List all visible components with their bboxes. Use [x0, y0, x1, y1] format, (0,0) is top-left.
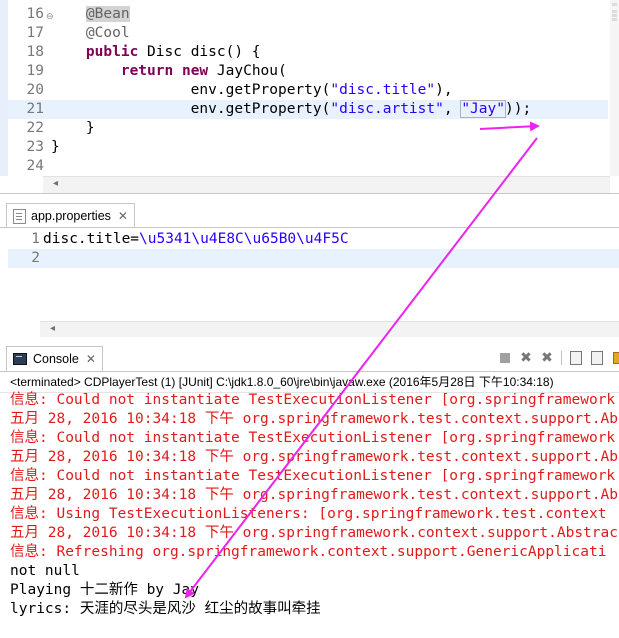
code-text: public Disc disc() {	[51, 43, 261, 62]
line-number: 19	[26, 63, 44, 79]
line-number: 22	[26, 120, 44, 136]
console-error-line: 五月 28, 2016 10:34:18 下午 org.springframew…	[10, 411, 619, 427]
code-token: ),	[435, 82, 453, 98]
code-line[interactable]: 18 public Disc disc() {	[8, 43, 608, 62]
scroll-left-icon[interactable]: ◂	[50, 323, 55, 334]
overview-mark	[612, 10, 617, 13]
code-text: @Bean	[51, 5, 130, 24]
process-label: <terminated> CDPlayerTest (1) [JUnit] C:…	[10, 375, 554, 389]
tab-console[interactable]: Console ✕	[6, 346, 103, 371]
code-line[interactable]: 19 return new JayChou(	[8, 62, 608, 81]
code-token: ,	[443, 101, 462, 117]
overview-mark	[612, 18, 617, 21]
code-text: return new JayChou(	[51, 62, 287, 81]
code-text: @Cool	[51, 24, 130, 43]
property-value: \u5341\u4E8C\u65B0\u4F5C	[139, 231, 349, 247]
line-number: 24	[26, 158, 44, 174]
pin-console-icon[interactable]	[611, 351, 619, 365]
code-line[interactable]: 16 ⊖ @Bean	[8, 5, 608, 24]
console-output-line: lyrics: 天涯的尽头是风沙 红尘的故事叫牵挂	[10, 601, 321, 617]
console-error-line: 信息: Could not instantiate TestExecutionL…	[10, 430, 616, 446]
close-tab-icon[interactable]: ✕	[86, 352, 96, 366]
overview-mark	[612, 3, 617, 6]
code-token: }	[51, 120, 95, 136]
code-line[interactable]: 17 @Cool	[8, 24, 608, 43]
line-number: 18	[26, 44, 44, 60]
console-error-line: 信息: Using TestExecutionListeners: [org.s…	[10, 506, 607, 522]
code-token: @Bean	[85, 6, 130, 22]
overview-mark	[612, 14, 617, 17]
line-number: 2	[31, 250, 40, 266]
close-tab-icon[interactable]: ✕	[118, 209, 128, 223]
line-number: 23	[26, 139, 44, 155]
console-error-line: 信息: Could not instantiate TestExecutionL…	[10, 468, 616, 484]
properties-file-icon	[13, 208, 26, 224]
code-token: }	[51, 139, 60, 155]
code-text: env.getProperty("disc.title"),	[51, 81, 453, 100]
code-text: env.getProperty("disc.artist", "Jay"));	[51, 100, 531, 119]
line-number: 16	[26, 6, 44, 22]
overview-ruler	[610, 0, 619, 176]
console-error-line: 五月 28, 2016 10:34:18 下午 org.springframew…	[10, 449, 619, 465]
properties-text: disc.title=\u5341\u4E8C\u65B0\u4F5C	[43, 230, 349, 249]
code-token: "disc.artist"	[330, 101, 444, 117]
console-output-line: not null	[10, 563, 80, 579]
code-line[interactable]: 21 env.getProperty("disc.artist", "Jay")…	[8, 100, 608, 119]
code-token: env.getProperty(	[51, 82, 331, 98]
editor-horizontal-scrollbar[interactable]: ◂	[43, 176, 610, 193]
code-token: env.getProperty(	[51, 101, 331, 117]
code-line[interactable]: 24	[8, 157, 608, 176]
code-line[interactable]: 20 env.getProperty("disc.title"),	[8, 81, 608, 100]
code-line[interactable]: 22 }	[8, 119, 608, 138]
console-error-line: 信息: Refreshing org.springframework.conte…	[10, 544, 607, 560]
code-text: }	[51, 138, 60, 157]
line-number: 20	[26, 82, 44, 98]
remove-launch-icon[interactable]: ✖	[519, 350, 533, 366]
properties-line[interactable]: 2	[8, 249, 619, 268]
console-output-line: Playing 十二新作 by Jay	[10, 582, 199, 598]
code-text: }	[51, 119, 95, 138]
terminate-icon[interactable]	[498, 351, 512, 365]
code-line[interactable]: 23}	[8, 138, 608, 157]
console-error-line: 五月 28, 2016 10:34:18 下午 org.springframew…	[10, 525, 619, 541]
console-toolbar: ✖ ✖	[498, 350, 619, 366]
code-token: JayChou(	[208, 63, 287, 79]
code-token: "Jay"	[460, 100, 506, 118]
remove-all-terminated-icon[interactable]: ✖	[540, 350, 554, 366]
console-error-line: 信息: Could not instantiate TestExecutionL…	[10, 392, 616, 408]
scroll-lock-icon[interactable]	[590, 351, 604, 365]
code-token: "disc.title"	[330, 82, 436, 98]
properties-line[interactable]: 1 disc.title=\u5341\u4E8C\u65B0\u4F5C	[8, 230, 619, 249]
java-editor[interactable]: 16 ⊖ @Bean 17 @Cool 18 public Disc disc() {…	[0, 0, 619, 194]
clear-console-icon[interactable]	[569, 351, 583, 365]
code-token: Disc disc() {	[138, 44, 261, 60]
console-icon	[13, 353, 27, 365]
line-number: 17	[26, 25, 44, 41]
line-number: 21	[26, 101, 44, 117]
code-token: public	[85, 44, 139, 60]
properties-editor[interactable]: app.properties ✕ 1 disc.title=\u5341\u4E8…	[0, 200, 619, 340]
console-view[interactable]: Console ✕ ✖ ✖ <terminated> CDPlayerTest …	[0, 344, 619, 638]
line-number: 1	[31, 231, 40, 247]
scroll-left-icon[interactable]: ◂	[53, 178, 58, 189]
toolbar-separator	[561, 351, 562, 365]
properties-horizontal-scrollbar[interactable]: ◂	[40, 321, 619, 337]
property-key: disc.title=	[43, 231, 140, 247]
tab-app-properties[interactable]: app.properties ✕	[6, 203, 135, 228]
code-token: return	[120, 63, 174, 79]
tab-label: app.properties	[31, 209, 111, 223]
tab-label: Console	[33, 352, 79, 366]
console-error-line: 五月 28, 2016 10:34:18 下午 org.springframew…	[10, 487, 619, 503]
code-token: ));	[504, 101, 532, 117]
code-token: new	[181, 63, 209, 79]
console-process-header: <terminated> CDPlayerTest (1) [JUnit] C:…	[0, 371, 619, 393]
code-token: @Cool	[85, 25, 130, 41]
editor-annotation-bar	[0, 0, 8, 176]
